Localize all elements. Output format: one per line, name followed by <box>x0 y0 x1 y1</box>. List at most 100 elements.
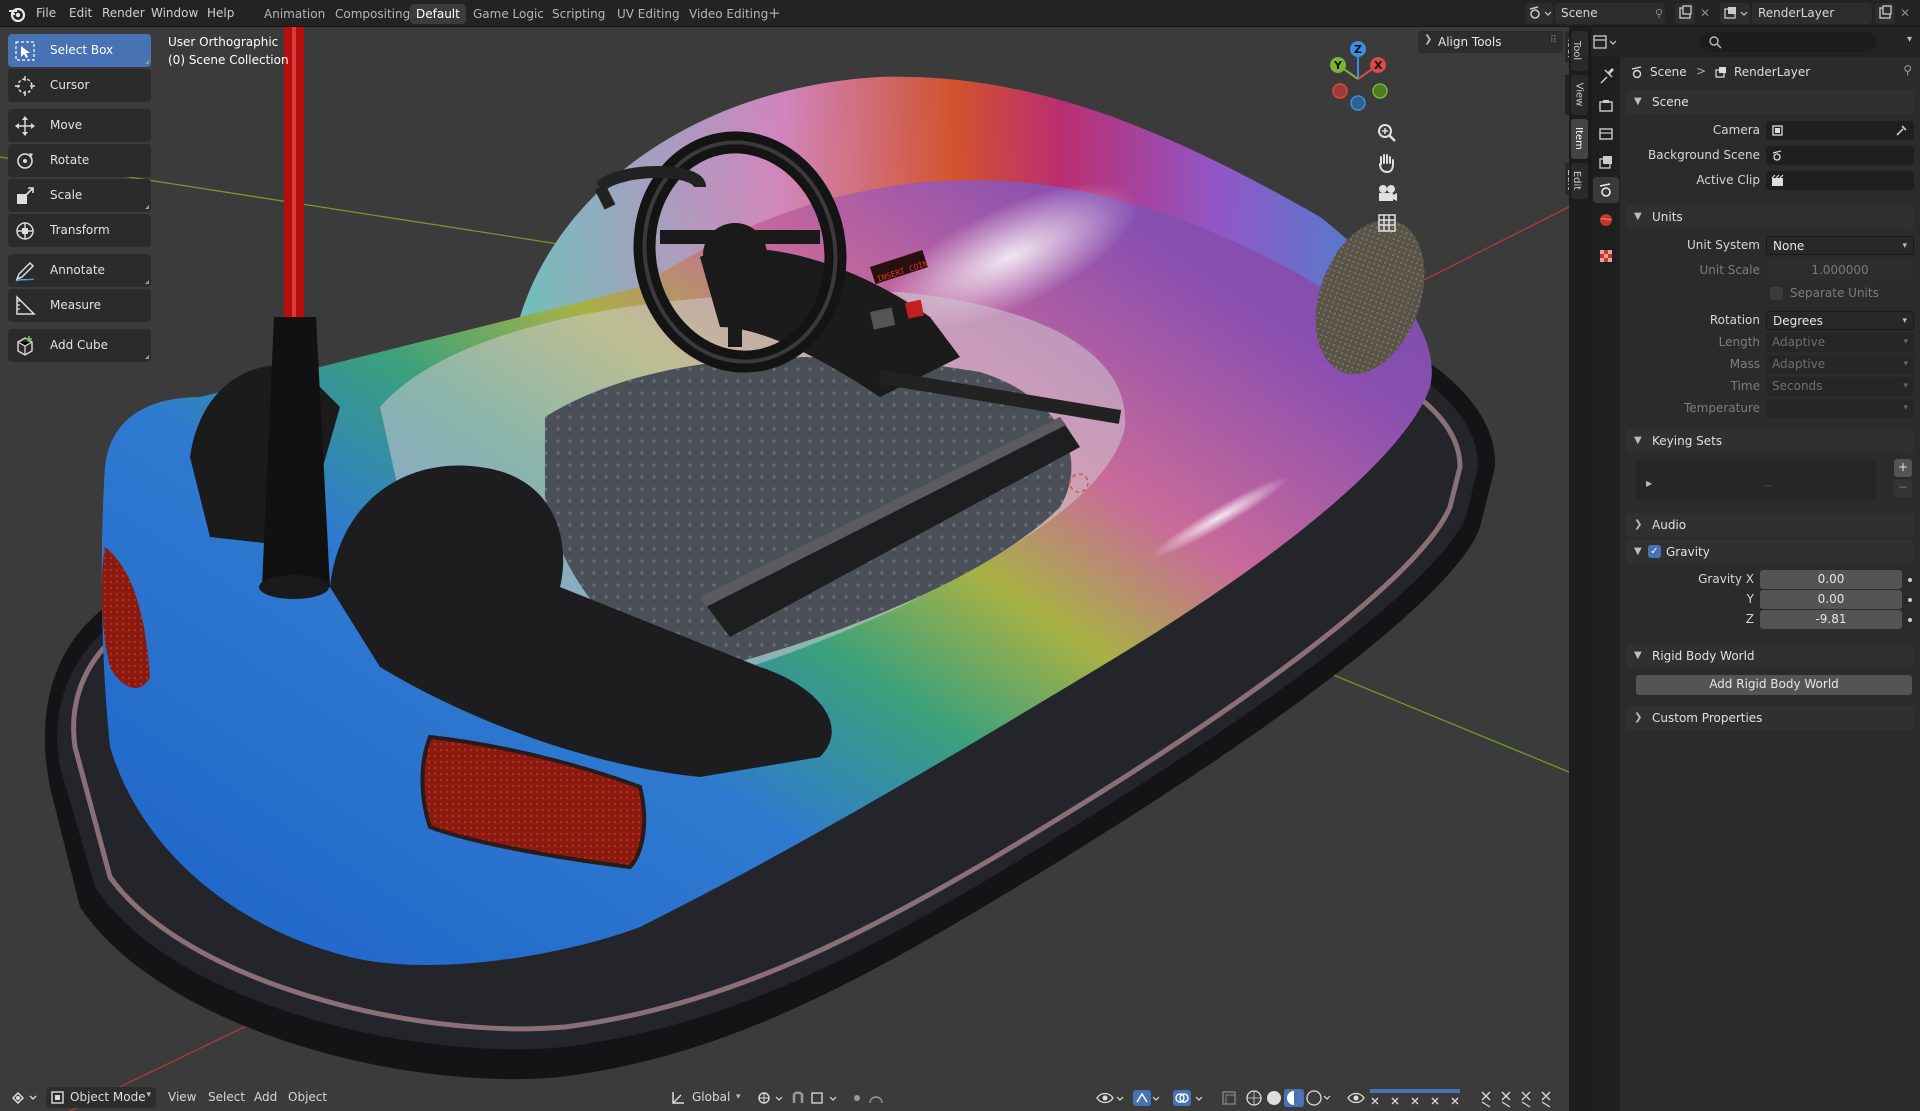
editor-type-icon[interactable] <box>10 1088 40 1108</box>
tool-transform[interactable]: Transform <box>8 214 151 247</box>
gravity-x-field[interactable]: 0.00 <box>1760 570 1902 589</box>
tool-add-cube[interactable]: Add Cube <box>8 329 151 362</box>
tool-cursor[interactable]: Cursor <box>8 69 151 102</box>
scene-new-button[interactable] <box>1675 3 1695 24</box>
menu-render[interactable]: Render <box>102 0 145 27</box>
chevron-down-icon[interactable]: ▾ <box>1907 34 1912 45</box>
close-icon[interactable] <box>1481 1091 1551 1101</box>
solid-shading-icon[interactable] <box>1267 1091 1281 1105</box>
output-properties-icon[interactable] <box>1597 125 1615 143</box>
tool-settings-icon[interactable] <box>1597 67 1615 85</box>
menu-help[interactable]: Help <box>207 0 234 27</box>
workspace-tab-uv-editing[interactable]: UV Editing <box>611 4 686 24</box>
tool-rotate[interactable]: Rotate <box>8 144 151 177</box>
mode-selector[interactable]: Object Mode ▾ <box>46 1087 156 1108</box>
mass-dropdown[interactable]: Adaptive ▾ <box>1766 355 1914 374</box>
texture-properties-icon[interactable] <box>1597 247 1615 265</box>
chevron-down-icon[interactable]: ▾ <box>736 1084 741 1111</box>
gravity-z-field[interactable]: -9.81 <box>1760 610 1902 629</box>
align-tools-panel[interactable]: ❯ Align Tools ⠿ <box>1418 31 1563 53</box>
length-dropdown[interactable]: Adaptive ▾ <box>1766 333 1914 352</box>
add-workspace-button[interactable]: + <box>768 0 781 27</box>
tool-select-box[interactable]: Select Box <box>8 34 151 67</box>
transform-orientation-select[interactable]: Global <box>692 1084 730 1111</box>
eyedropper-icon[interactable] <box>1895 124 1908 137</box>
view-layer-name-field[interactable]: RenderLayer <box>1752 3 1872 24</box>
shading-mode-buttons[interactable] <box>1244 1088 1334 1108</box>
drag-handle-icon[interactable]: ⠿ <box>1550 35 1557 46</box>
gravity-y-field[interactable]: 0.00 <box>1760 590 1902 609</box>
rigid-body-panel-header[interactable]: ▼ Rigid Body World <box>1626 644 1914 668</box>
header-menu-select[interactable]: Select <box>208 1084 245 1111</box>
overlays-icon[interactable] <box>1172 1089 1212 1107</box>
background-scene-field[interactable] <box>1766 146 1914 165</box>
keyframe-dot-icon[interactable] <box>1908 578 1912 582</box>
scene-name-field[interactable]: Scene <box>1555 3 1665 24</box>
gizmo-neg-x[interactable] <box>1332 83 1348 99</box>
rendered-shading-icon[interactable] <box>1306 1090 1322 1106</box>
sidebar-tab-tool[interactable]: Tool <box>1571 31 1588 71</box>
menu-window[interactable]: Window <box>151 0 198 27</box>
pivot-point-icon[interactable] <box>756 1089 788 1107</box>
scene-close-icon[interactable]: ✕ <box>1700 0 1710 27</box>
keying-sets-list[interactable]: ▶ ⋯ <box>1636 459 1876 499</box>
header-menu-view[interactable]: View <box>168 1084 196 1111</box>
camera-view-icon[interactable] <box>1374 180 1400 206</box>
editor-type-icon[interactable] <box>1590 33 1620 51</box>
audio-panel-header[interactable]: ❯ Audio <box>1626 513 1914 537</box>
gravity-checkbox[interactable]: ✓ <box>1648 545 1661 558</box>
view-layer-browse-button[interactable] <box>1720 3 1750 24</box>
camera-field[interactable] <box>1766 121 1914 140</box>
scene-browse-button[interactable] <box>1525 3 1553 24</box>
3d-viewport[interactable]: INSERT COIN User Orthographic (0) Scene … <box>0 27 1569 1111</box>
separate-units-checkbox[interactable] <box>1770 287 1783 300</box>
view-layer-close-icon[interactable]: ✕ <box>1900 0 1910 27</box>
temperature-dropdown[interactable]: ▾ <box>1766 399 1914 418</box>
close-icon[interactable] <box>1371 1097 1459 1105</box>
gizmo-neg-z[interactable] <box>1350 95 1366 111</box>
pin-icon[interactable]: ⚲ <box>1903 63 1912 77</box>
workspace-tab-compositing[interactable]: Compositing <box>329 4 416 24</box>
custom-properties-panel-header[interactable]: ❯ Custom Properties <box>1626 706 1914 730</box>
time-dropdown[interactable]: Seconds ▾ <box>1766 377 1914 396</box>
workspace-tab-video-editing[interactable]: Video Editing <box>683 4 774 24</box>
pan-hand-icon[interactable] <box>1374 150 1400 176</box>
header-menu-object[interactable]: Object <box>288 1084 327 1111</box>
snap-icon[interactable] <box>790 1089 850 1107</box>
add-keying-set-button[interactable]: + <box>1894 459 1912 477</box>
sidebar-tab-view[interactable]: View <box>1571 75 1588 115</box>
tool-move[interactable]: Move <box>8 109 151 142</box>
menu-file[interactable]: File <box>36 0 56 27</box>
gravity-panel-header[interactable]: ▼ ✓ Gravity <box>1626 540 1914 564</box>
tool-annotate[interactable]: Annotate <box>8 254 151 287</box>
workspace-tab-default[interactable]: Default <box>410 4 466 24</box>
view-layer-new-button[interactable] <box>1875 3 1895 24</box>
xray-toggle-icon[interactable] <box>1220 1089 1240 1107</box>
scene-pin-icon[interactable]: ⚲ <box>1655 0 1663 27</box>
remove-keying-set-button[interactable]: − <box>1894 479 1912 497</box>
keying-sets-panel-header[interactable]: ▼ Keying Sets <box>1626 429 1914 453</box>
view-layer-properties-icon[interactable] <box>1597 153 1615 171</box>
tool-measure[interactable]: Measure <box>8 289 151 322</box>
expand-arrow-icon[interactable]: ▶ <box>1646 479 1652 488</box>
rotation-dropdown[interactable]: Degrees ▾ <box>1766 311 1914 330</box>
render-properties-icon[interactable] <box>1597 97 1615 115</box>
unit-scale-field[interactable]: 1.000000 <box>1766 261 1914 280</box>
scene-panel-header[interactable]: ▼ Scene <box>1626 90 1914 114</box>
workspace-tab-animation[interactable]: Animation <box>258 4 331 24</box>
perspective-grid-icon[interactable] <box>1374 210 1400 236</box>
active-clip-field[interactable] <box>1766 171 1914 190</box>
menu-edit[interactable]: Edit <box>69 0 92 27</box>
workspace-tab-game-logic[interactable]: Game Logic <box>467 4 550 24</box>
proportional-editing-icon[interactable] <box>850 1089 900 1107</box>
header-menu-add[interactable]: Add <box>254 1084 277 1111</box>
blender-logo-icon[interactable] <box>8 5 26 22</box>
gizmo-neg-y[interactable] <box>1372 83 1388 99</box>
resize-handle-icon[interactable]: ⋯ <box>1764 481 1772 490</box>
gizmo-toggles[interactable] <box>1346 1088 1566 1108</box>
sidebar-tab-item[interactable]: Item <box>1571 119 1588 159</box>
visibility-selectability-icon[interactable] <box>1095 1089 1165 1107</box>
zoom-icon[interactable] <box>1374 120 1400 146</box>
tool-scale[interactable]: Scale <box>8 179 151 212</box>
scene-properties-icon[interactable] <box>1597 181 1615 199</box>
